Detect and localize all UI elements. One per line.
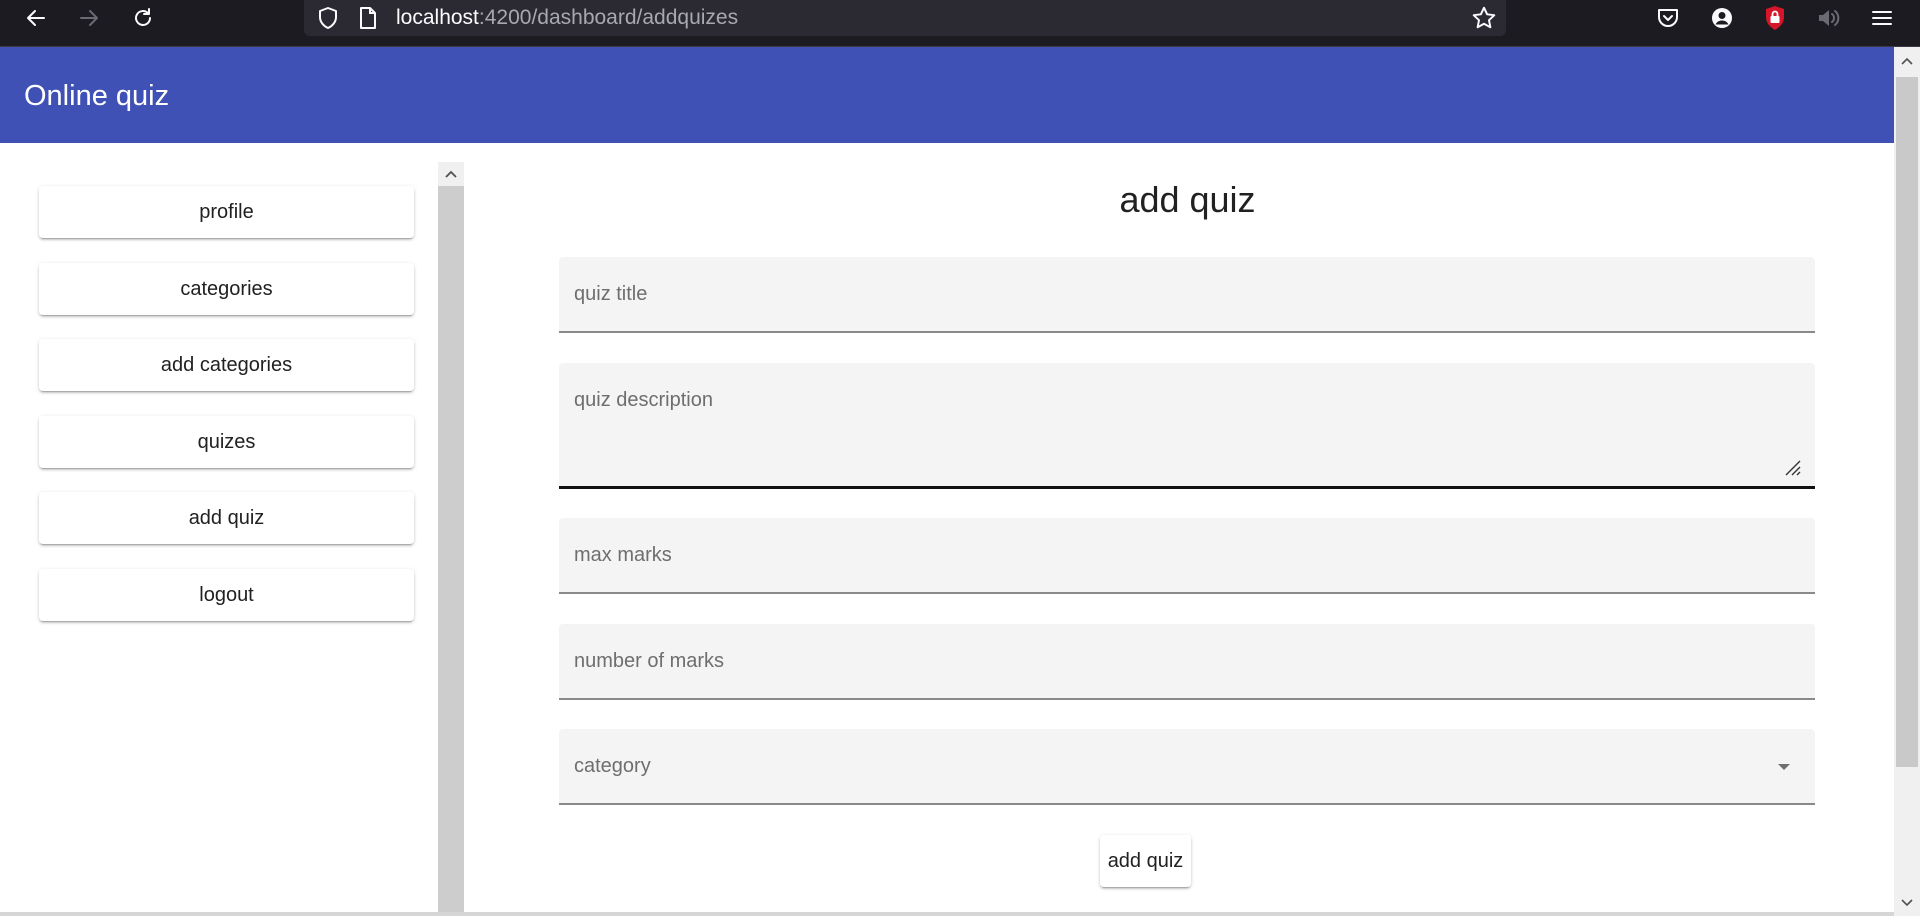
- add-quiz-button[interactable]: add quiz: [1100, 835, 1191, 887]
- add-quiz-panel: add quiz quiz title quiz description max…: [465, 162, 1894, 912]
- page-scrollbar[interactable]: [1894, 47, 1920, 916]
- sidebar-item-logout[interactable]: logout: [39, 569, 414, 621]
- quiz-title-field[interactable]: quiz title: [559, 257, 1815, 333]
- category-select[interactable]: category: [559, 729, 1815, 805]
- sidebar-item-categories[interactable]: categories: [39, 263, 414, 315]
- resize-grip-icon[interactable]: [1783, 458, 1801, 476]
- chevron-down-icon: [1778, 764, 1790, 770]
- sidebar: profile categories add categories quizes…: [0, 143, 438, 916]
- number-of-marks-placeholder: number of marks: [574, 650, 725, 672]
- quiz-title-placeholder: quiz title: [574, 283, 648, 305]
- url-path: :4200/dashboard/addquizes: [478, 6, 739, 29]
- page-icon[interactable]: [350, 1, 386, 35]
- url-bar[interactable]: localhost:4200/dashboard/addquizes: [304, 0, 1506, 36]
- scroll-down-arrow-icon[interactable]: [1894, 891, 1920, 915]
- ublock-icon[interactable]: [1757, 1, 1793, 35]
- sidebar-item-profile[interactable]: profile: [39, 186, 414, 238]
- forward-arrow-icon[interactable]: [71, 1, 107, 35]
- url-text[interactable]: localhost:4200/dashboard/addquizes: [396, 6, 738, 30]
- sidebar-item-add-categories[interactable]: add categories: [39, 339, 414, 391]
- page-title: add quiz: [1119, 179, 1256, 220]
- app-title: Online quiz: [24, 80, 170, 112]
- max-marks-field[interactable]: max marks: [559, 518, 1815, 594]
- category-placeholder: category: [574, 755, 651, 777]
- scroll-up-arrow-icon[interactable]: [1894, 49, 1920, 73]
- bookmark-star-icon[interactable]: [1466, 1, 1502, 35]
- app-toolbar: Online quiz: [0, 47, 1894, 143]
- menu-icon[interactable]: [1864, 1, 1900, 35]
- quiz-description-field[interactable]: quiz description: [559, 363, 1815, 489]
- speaker-icon[interactable]: [1811, 1, 1847, 35]
- back-arrow-icon[interactable]: [18, 1, 54, 35]
- max-marks-placeholder: max marks: [574, 544, 672, 566]
- sidebar-item-add-quiz[interactable]: add quiz: [39, 492, 414, 544]
- sidebar-item-quizes[interactable]: quizes: [39, 416, 414, 468]
- reload-icon[interactable]: [125, 1, 161, 35]
- quiz-description-placeholder: quiz description: [574, 389, 713, 411]
- scroll-up-arrow-icon[interactable]: [438, 162, 464, 186]
- shield-icon[interactable]: [310, 1, 346, 35]
- browser-toolbar: localhost:4200/dashboard/addquizes: [0, 0, 1920, 47]
- account-icon[interactable]: [1704, 1, 1740, 35]
- pocket-icon[interactable]: [1650, 1, 1686, 35]
- url-host: localhost: [396, 6, 479, 29]
- number-of-marks-field[interactable]: number of marks: [559, 624, 1815, 700]
- page-bottom-divider: [0, 912, 1894, 916]
- sidebar-scrollbar[interactable]: [438, 162, 464, 916]
